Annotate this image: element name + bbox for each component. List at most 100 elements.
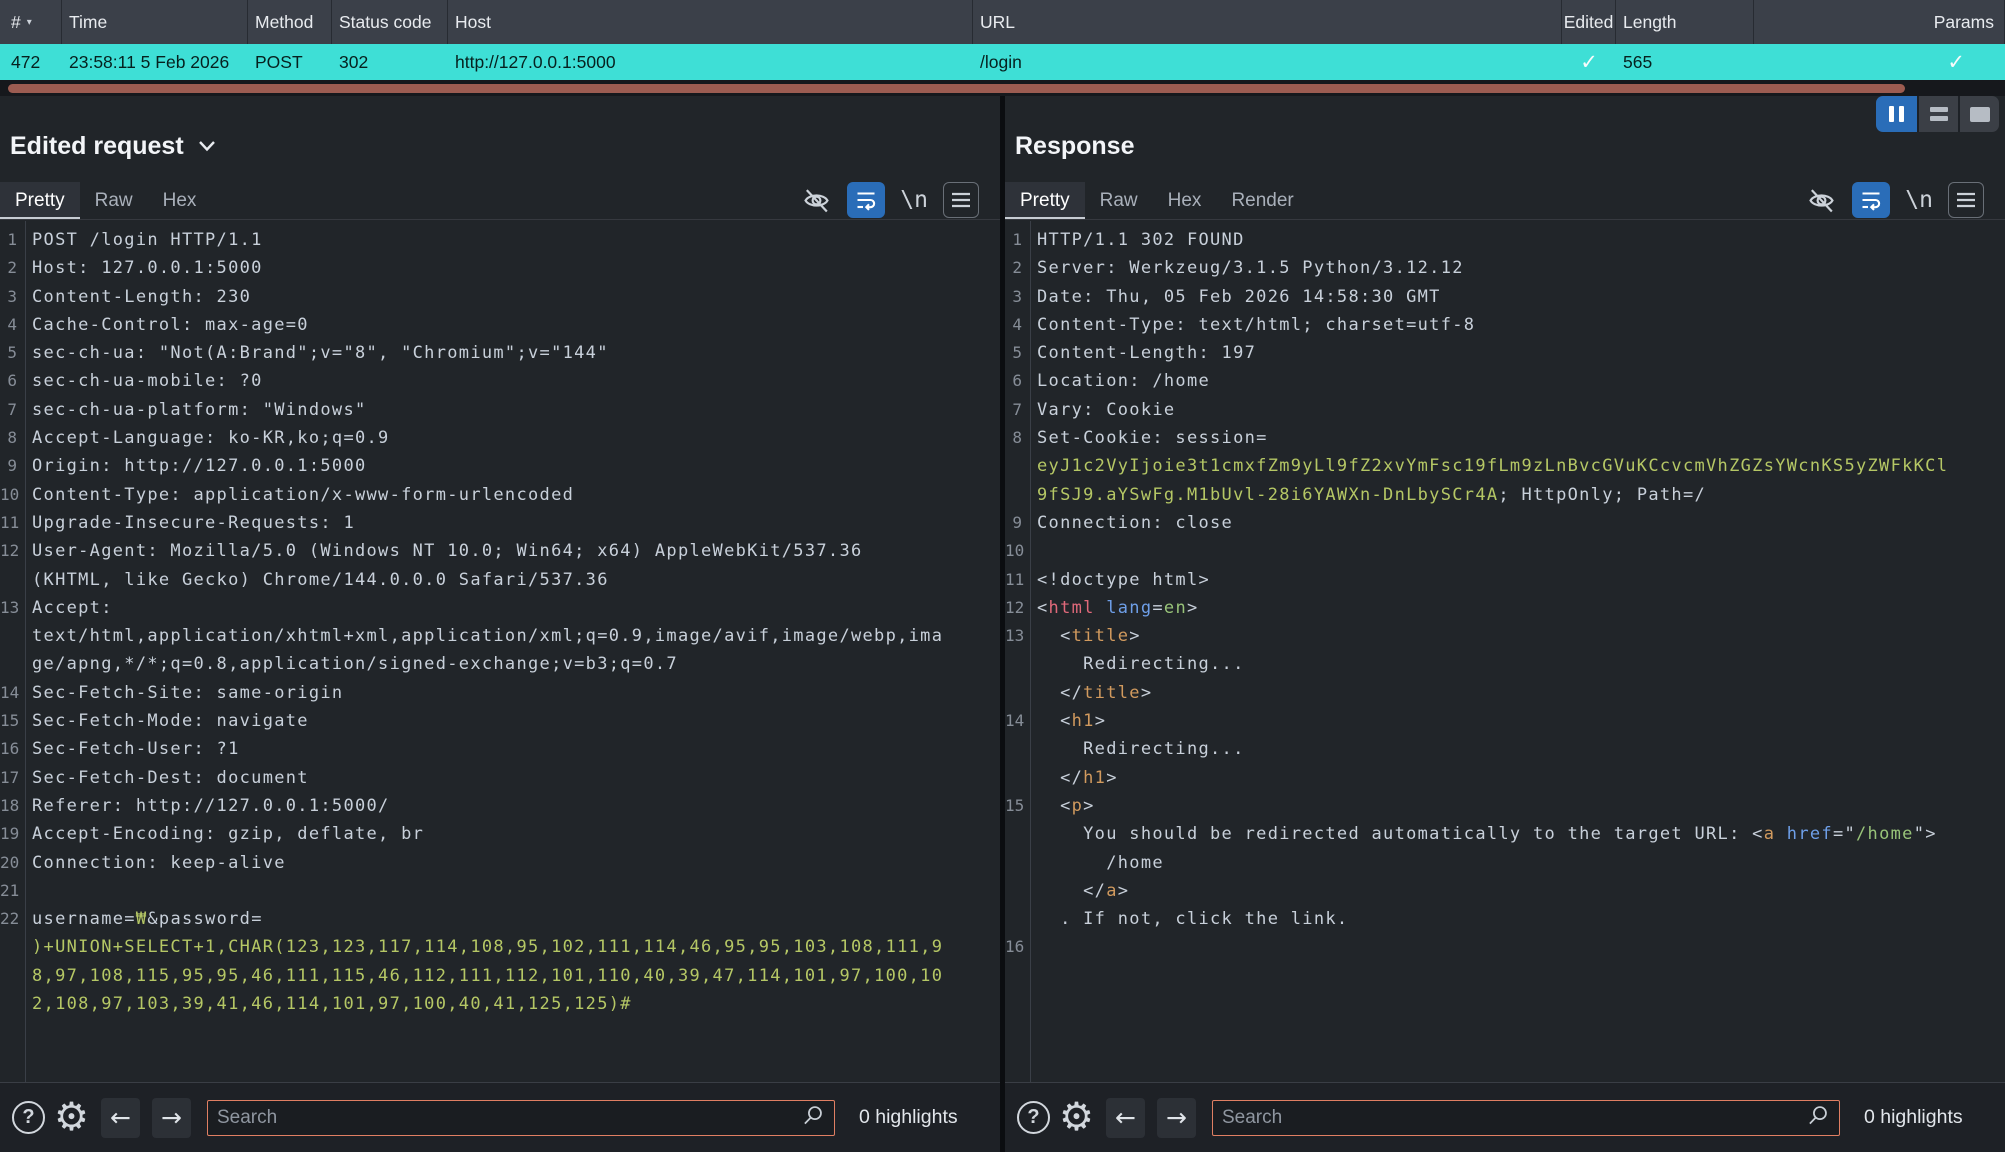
code-line: 2Server: Werkzeug/3.1.5 Python/3.12.12 [1005,254,2005,282]
request-panel-title[interactable]: Edited request [10,132,217,161]
line-number: 4 [0,311,21,339]
response-search-box [1212,1100,1840,1136]
code-line: Redirecting... [1005,650,2005,678]
code-line: 5Content-Length: 197 [1005,339,2005,367]
response-panel-title: Response [1015,132,1134,161]
code-line: 2,108,97,103,39,41,46,114,101,97,100,40,… [0,990,1000,1018]
line-number [1005,650,1026,678]
column-header-number[interactable]: # ▾ [0,0,62,44]
line-number: 8 [1005,424,1026,452]
code-line: 10Content-Type: application/x-www-form-u… [0,481,1000,509]
line-number [1005,452,1026,480]
gear-icon[interactable]: ⚙ [1059,1098,1094,1137]
row-length: 565 [1616,44,1754,80]
gear-icon[interactable]: ⚙ [54,1098,89,1137]
line-number: 12 [1005,594,1026,622]
line-number [1005,820,1026,848]
line-number: 9 [0,452,21,480]
column-header-host[interactable]: Host [448,0,973,44]
code-line: 5sec-ch-ua: "Not(A:Brand";v="8", "Chromi… [0,339,1000,367]
line-number [0,650,21,678]
line-number [0,622,21,650]
line-number: 10 [0,481,21,509]
tab-hex[interactable]: Hex [148,182,212,219]
code-line: ge/apng,*/*;q=0.8,application/signed-exc… [0,650,1000,678]
row-time: 23:58:11 5 Feb 2026 [62,44,248,80]
code-line: 1HTTP/1.1 302 FOUND [1005,226,2005,254]
code-line: 22username=₩&password= [0,905,1000,933]
response-code[interactable]: 1HTTP/1.1 302 FOUND2Server: Werkzeug/3.1… [1005,221,2005,1082]
help-icon[interactable]: ? [1017,1101,1050,1134]
line-number: 3 [0,283,21,311]
pause-bar-icon [1899,106,1904,122]
code-line: 12<html lang=en> [1005,594,2005,622]
code-line: 11Upgrade-Insecure-Requests: 1 [0,509,1000,537]
code-line: 4Content-Type: text/html; charset=utf-8 [1005,311,2005,339]
code-line: )+UNION+SELECT+1,CHAR(123,123,117,114,10… [0,933,1000,961]
line-number [1005,877,1026,905]
search-input[interactable] [1222,1107,1807,1129]
table-horizontal-scrollbar[interactable] [0,80,2005,96]
row-number: 472 [0,44,62,80]
column-header-time[interactable]: Time [62,0,248,44]
code-line: text/html,application/xhtml+xml,applicat… [0,622,1000,650]
column-header-url[interactable]: URL [973,0,1562,44]
newline-char-icon[interactable]: \n [1905,187,1933,213]
history-row-selected[interactable]: 472 23:58:11 5 Feb 2026 POST 302 http://… [0,44,2005,80]
word-wrap-icon[interactable] [1852,182,1890,218]
split-horizontal-button[interactable] [1917,96,1958,132]
prev-match-button[interactable]: ← [1106,1098,1145,1138]
code-line: 8Accept-Language: ko-KR,ko;q=0.9 [0,424,1000,452]
line-number: 7 [0,396,21,424]
next-match-button[interactable]: → [1157,1098,1196,1138]
column-header-edited[interactable]: Edited [1562,0,1616,44]
tab-hex[interactable]: Hex [1153,182,1217,219]
code-line: </title> [1005,679,2005,707]
column-header-status-code[interactable]: Status code [332,0,448,44]
line-number: 22 [0,905,21,933]
tab-raw[interactable]: Raw [80,182,148,219]
code-line: 13 <title> [1005,622,2005,650]
column-header-method[interactable]: Method [248,0,332,44]
tab-pretty[interactable]: Pretty [1005,182,1085,219]
tab-raw[interactable]: Raw [1085,182,1153,219]
line-number: 1 [0,226,21,254]
line-number: 15 [0,707,21,735]
history-table-header: # ▾ Time Method Status code Host URL Edi… [0,0,2005,44]
tab-render[interactable]: Render [1216,182,1308,219]
single-view-button[interactable] [1958,96,1999,132]
code-line: </a> [1005,877,2005,905]
line-number: 1 [1005,226,1026,254]
code-line: (KHTML, like Gecko) Chrome/144.0.0.0 Saf… [0,566,1000,594]
newline-char-icon[interactable]: \n [900,187,928,213]
highlights-count: 0 highlights [1864,1106,1963,1129]
line-number: 16 [1005,933,1026,961]
search-input[interactable] [217,1107,802,1129]
code-line: 16Sec-Fetch-User: ?1 [0,735,1000,763]
word-wrap-icon[interactable] [847,182,885,218]
line-number [1005,481,1026,509]
hide-invisibles-icon[interactable] [1806,185,1837,216]
prev-match-button[interactable]: ← [101,1098,140,1138]
editor-menu-icon[interactable] [1948,182,1984,218]
code-line: 3Date: Thu, 05 Feb 2026 14:58:30 GMT [1005,283,2005,311]
search-icon [1807,1104,1830,1132]
help-icon[interactable]: ? [12,1101,45,1134]
scrollbar-thumb[interactable] [8,84,1905,93]
row-host: http://127.0.0.1:5000 [448,44,973,80]
hide-invisibles-icon[interactable] [801,185,832,216]
line-number: 11 [1005,566,1026,594]
next-match-button[interactable]: → [152,1098,191,1138]
editor-menu-icon[interactable] [943,182,979,218]
column-header-params[interactable]: Params [1754,0,2005,44]
tab-pretty[interactable]: Pretty [0,182,80,219]
column-header-length[interactable]: Length [1616,0,1754,44]
code-line: 1POST /login HTTP/1.1 [0,226,1000,254]
code-line: 20Connection: keep-alive [0,849,1000,877]
row-status-code: 302 [332,44,448,80]
line-number: 4 [1005,311,1026,339]
line-number [0,933,21,961]
split-vertical-button[interactable] [1876,96,1917,132]
search-icon [802,1104,825,1132]
request-code[interactable]: 1POST /login HTTP/1.12Host: 127.0.0.1:50… [0,221,1000,1082]
